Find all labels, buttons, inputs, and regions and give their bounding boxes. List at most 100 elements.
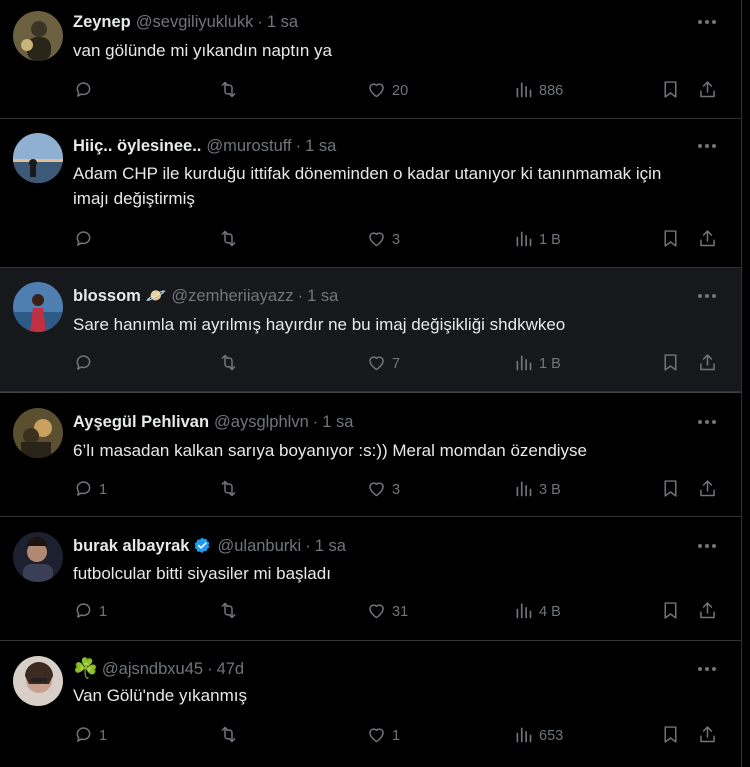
tweet[interactable]: ☘️ @ajsndbxu45 · 47d Van Gölü'nde yıkanm… (0, 641, 741, 767)
separator-dot: · (305, 537, 311, 555)
retweet-icon (218, 352, 239, 377)
avatar[interactable] (13, 408, 63, 458)
tweet-header: Ayşegül Pehlivan @aysglphlvn · 1 sa (73, 393, 741, 432)
tweet-text: Adam CHP ile kurduğu ittifak döneminden … (73, 164, 662, 208)
views-button[interactable]: 4 B (513, 597, 561, 627)
tweet[interactable]: Ayşegül Pehlivan @aysglphlvn · 1 sa 6’lı… (0, 393, 741, 517)
share-button[interactable] (697, 349, 718, 379)
handle[interactable]: @ajsndbxu45 (102, 659, 203, 679)
avatar[interactable] (13, 532, 63, 582)
display-name[interactable]: Zeynep (73, 12, 131, 32)
timestamp[interactable]: 1 sa (315, 536, 346, 556)
tweet[interactable]: Zeynep @sevgiliyuklukk · 1 sa van gölünd… (0, 0, 741, 119)
retweet-button[interactable] (218, 225, 239, 255)
retweet-button[interactable] (218, 721, 239, 751)
reply-button[interactable] (73, 76, 99, 106)
handle[interactable]: @zemheriiayazz (171, 286, 293, 306)
handle[interactable]: @sevgiliyuklukk (136, 12, 254, 32)
handle[interactable]: @ulanburki (217, 536, 301, 556)
action-bar: 1 3 3 B (73, 475, 741, 505)
handle[interactable]: @aysglphlvn (214, 412, 309, 432)
like-button[interactable]: 3 (366, 475, 400, 505)
reply-icon (73, 228, 94, 253)
like-button[interactable]: 7 (366, 349, 400, 379)
like-button[interactable]: 3 (366, 225, 400, 255)
bookmark-button[interactable] (660, 721, 681, 751)
display-name[interactable]: blossom (73, 286, 141, 306)
reply-button[interactable]: 1 (73, 475, 107, 505)
views-count: 4 B (539, 604, 561, 620)
bookmark-button[interactable] (660, 597, 681, 627)
handle[interactable]: @murostuff (206, 136, 291, 156)
timestamp[interactable]: 1 sa (267, 12, 298, 32)
like-button[interactable]: 20 (366, 76, 408, 106)
timestamp[interactable]: 1 sa (322, 412, 353, 432)
reply-icon (73, 478, 94, 503)
share-icon (697, 352, 718, 377)
bookmark-button[interactable] (660, 225, 681, 255)
bookmark-icon (660, 478, 681, 503)
bookmark-icon (660, 352, 681, 377)
share-button[interactable] (697, 475, 718, 505)
bookmark-icon (660, 79, 681, 104)
views-count: 886 (539, 83, 564, 99)
retweet-button[interactable] (218, 475, 239, 505)
views-button[interactable]: 1 B (513, 225, 561, 255)
separator-dot: · (257, 13, 263, 31)
bookmark-icon (660, 724, 681, 749)
more-icon[interactable] (695, 536, 719, 556)
bookmark-button[interactable] (660, 349, 681, 379)
bookmark-button[interactable] (660, 76, 681, 106)
bookmark-icon (660, 600, 681, 625)
heart-icon (366, 352, 387, 377)
like-button[interactable]: 31 (366, 597, 408, 627)
views-button[interactable]: 3 B (513, 475, 561, 505)
display-name[interactable]: Hiiç.. öylesinee.. (73, 136, 201, 156)
reply-button[interactable] (73, 225, 99, 255)
reply-count: 1 (99, 604, 108, 620)
more-icon[interactable] (695, 12, 719, 32)
share-button[interactable] (697, 76, 718, 106)
tweet-text: Van Gölü'nde yıkanmış (73, 686, 247, 705)
reply-icon (73, 724, 94, 749)
retweet-button[interactable] (218, 76, 239, 106)
timestamp[interactable]: 47d (217, 659, 245, 679)
share-button[interactable] (697, 225, 718, 255)
display-name[interactable]: Ayşegül Pehlivan (73, 412, 209, 432)
heart-icon (366, 724, 387, 749)
more-icon[interactable] (695, 136, 719, 156)
reply-button[interactable]: 1 (73, 597, 107, 627)
avatar[interactable] (13, 11, 63, 61)
more-icon[interactable] (695, 286, 719, 306)
separator-dot: · (312, 413, 319, 431)
tweet[interactable]: blossom 🪐 @zemheriiayazz · 1 sa Sare han… (0, 268, 741, 392)
share-button[interactable] (697, 597, 718, 627)
tweet[interactable]: burak albayrak @ulanburki · 1 sa futbolc… (0, 517, 741, 641)
tweet-header: burak albayrak @ulanburki · 1 sa (73, 517, 741, 556)
more-icon[interactable] (695, 412, 719, 432)
like-count: 31 (392, 604, 409, 620)
views-button[interactable]: 1 B (513, 349, 561, 379)
more-icon[interactable] (695, 659, 719, 679)
avatar[interactable] (13, 656, 63, 706)
like-button[interactable]: 1 (366, 721, 400, 751)
action-bar: 3 1 B (73, 225, 741, 255)
avatar[interactable] (13, 282, 63, 332)
retweet-button[interactable] (218, 349, 239, 379)
avatar[interactable] (13, 133, 63, 183)
views-button[interactable]: 653 (513, 721, 563, 751)
reply-button[interactable] (73, 349, 99, 379)
share-button[interactable] (697, 721, 718, 751)
bookmark-button[interactable] (660, 475, 681, 505)
share-icon (697, 79, 718, 104)
timestamp[interactable]: 1 sa (305, 136, 336, 156)
share-icon (697, 478, 718, 503)
tweet[interactable]: Hiiç.. öylesinee.. @murostuff · 1 sa Ada… (0, 119, 741, 268)
retweet-button[interactable] (218, 597, 239, 627)
action-bar: 20 886 (73, 76, 741, 106)
timestamp[interactable]: 1 sa (307, 286, 338, 306)
verified-badge-icon (192, 536, 212, 556)
views-button[interactable]: 886 (513, 76, 563, 106)
reply-button[interactable]: 1 (73, 721, 107, 751)
display-name[interactable]: burak albayrak (73, 536, 189, 556)
